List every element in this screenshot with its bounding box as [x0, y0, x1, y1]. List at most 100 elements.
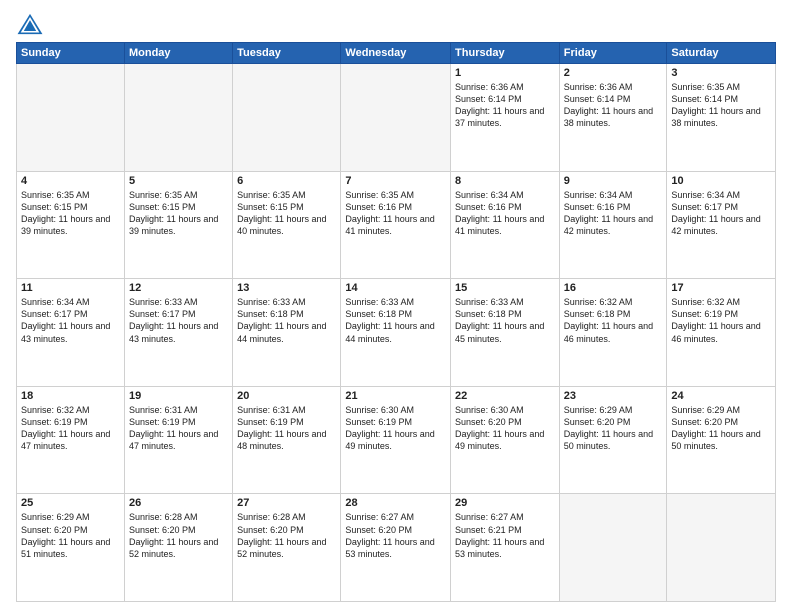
header	[16, 12, 776, 36]
day-info: Sunrise: 6:35 AM Sunset: 6:15 PM Dayligh…	[129, 189, 228, 238]
calendar-table: SundayMondayTuesdayWednesdayThursdayFrid…	[16, 42, 776, 602]
calendar-cell: 23 Sunrise: 6:29 AM Sunset: 6:20 PM Dayli…	[559, 386, 667, 494]
calendar-cell: 28Sunrise: 6:27 AM Sunset: 6:20 PM Dayli…	[341, 494, 451, 602]
calendar-cell	[233, 64, 341, 172]
calendar-cell: 5 Sunrise: 6:35 AM Sunset: 6:15 PM Daylig…	[124, 171, 232, 279]
calendar-cell: 7 Sunrise: 6:35 AM Sunset: 6:16 PM Daylig…	[341, 171, 451, 279]
calendar-cell: 24 Sunrise: 6:29 AM Sunset: 6:20 PM Dayli…	[667, 386, 776, 494]
calendar-cell: 19 Sunrise: 6:31 AM Sunset: 6:19 PM Dayli…	[124, 386, 232, 494]
day-info: Sunrise: 6:35 AM Sunset: 6:16 PM Dayligh…	[345, 189, 446, 238]
weekday-header-row: SundayMondayTuesdayWednesdayThursdayFrid…	[17, 43, 776, 64]
calendar-cell: 15 Sunrise: 6:33 AM Sunset: 6:18 PM Dayli…	[451, 279, 560, 387]
calendar-cell	[341, 64, 451, 172]
calendar-cell: 16 Sunrise: 6:32 AM Sunset: 6:18 PM Dayli…	[559, 279, 667, 387]
day-info: Sunrise: 6:29 AM Sunset: 6:20 PM Dayligh…	[671, 404, 771, 453]
day-info: Sunrise: 6:33 AM Sunset: 6:18 PM Dayligh…	[345, 296, 446, 345]
calendar-cell: 27 Sunrise: 6:28 AM Sunset: 6:20 PM Dayli…	[233, 494, 341, 602]
day-number: 1	[455, 67, 555, 79]
day-number: 24	[671, 390, 771, 402]
day-number: 10	[671, 175, 771, 187]
day-number: 27	[237, 497, 336, 509]
day-info: Sunrise: 6:35 AM Sunset: 6:15 PM Dayligh…	[237, 189, 336, 238]
calendar-cell: 20 Sunrise: 6:31 AM Sunset: 6:19 PM Dayli…	[233, 386, 341, 494]
calendar-cell: 29 Sunrise: 6:27 AM Sunset: 6:21 PM Dayli…	[451, 494, 560, 602]
day-number: 7	[345, 175, 446, 187]
day-info: Sunrise: 6:30 AM Sunset: 6:19 PM Dayligh…	[345, 404, 446, 453]
day-info: Sunrise: 6:28 AM Sunset: 6:20 PM Dayligh…	[129, 511, 228, 560]
calendar-cell: 4 Sunrise: 6:35 AM Sunset: 6:15 PM Daylig…	[17, 171, 125, 279]
day-number: 21	[345, 390, 446, 402]
weekday-tuesday: Tuesday	[233, 43, 341, 64]
day-info: Sunrise: 6:31 AM Sunset: 6:19 PM Dayligh…	[237, 404, 336, 453]
day-number: 2	[564, 67, 663, 79]
weekday-monday: Monday	[124, 43, 232, 64]
day-number: 20	[237, 390, 336, 402]
day-info: Sunrise: 6:34 AM Sunset: 6:17 PM Dayligh…	[21, 296, 120, 345]
calendar-cell: 6 Sunrise: 6:35 AM Sunset: 6:15 PM Daylig…	[233, 171, 341, 279]
day-info: Sunrise: 6:29 AM Sunset: 6:20 PM Dayligh…	[21, 511, 120, 560]
day-number: 19	[129, 390, 228, 402]
weekday-wednesday: Wednesday	[341, 43, 451, 64]
logo	[16, 12, 48, 36]
calendar-cell	[17, 64, 125, 172]
calendar-cell	[667, 494, 776, 602]
day-info: Sunrise: 6:32 AM Sunset: 6:18 PM Dayligh…	[564, 296, 663, 345]
calendar-cell: 18Sunrise: 6:32 AM Sunset: 6:19 PM Dayli…	[17, 386, 125, 494]
weekday-sunday: Sunday	[17, 43, 125, 64]
calendar-cell: 8Sunrise: 6:34 AM Sunset: 6:16 PM Daylig…	[451, 171, 560, 279]
day-number: 5	[129, 175, 228, 187]
day-number: 12	[129, 282, 228, 294]
day-info: Sunrise: 6:27 AM Sunset: 6:20 PM Dayligh…	[345, 511, 446, 560]
day-number: 26	[129, 497, 228, 509]
day-info: Sunrise: 6:36 AM Sunset: 6:14 PM Dayligh…	[564, 81, 663, 130]
day-number: 3	[671, 67, 771, 79]
day-number: 16	[564, 282, 663, 294]
day-info: Sunrise: 6:28 AM Sunset: 6:20 PM Dayligh…	[237, 511, 336, 560]
calendar-cell: 17 Sunrise: 6:32 AM Sunset: 6:19 PM Dayli…	[667, 279, 776, 387]
day-number: 25	[21, 497, 120, 509]
day-info: Sunrise: 6:29 AM Sunset: 6:20 PM Dayligh…	[564, 404, 663, 453]
day-info: Sunrise: 6:33 AM Sunset: 6:17 PM Dayligh…	[129, 296, 228, 345]
calendar-cell: 2 Sunrise: 6:36 AM Sunset: 6:14 PM Daylig…	[559, 64, 667, 172]
day-number: 23	[564, 390, 663, 402]
logo-icon	[16, 12, 44, 36]
day-info: Sunrise: 6:27 AM Sunset: 6:21 PM Dayligh…	[455, 511, 555, 560]
day-info: Sunrise: 6:32 AM Sunset: 6:19 PM Dayligh…	[671, 296, 771, 345]
calendar-cell: 3Sunrise: 6:35 AM Sunset: 6:14 PM Daylig…	[667, 64, 776, 172]
day-number: 9	[564, 175, 663, 187]
calendar-cell: 10 Sunrise: 6:34 AM Sunset: 6:17 PM Dayli…	[667, 171, 776, 279]
day-number: 4	[21, 175, 120, 187]
day-number: 22	[455, 390, 555, 402]
week-row-5: 25 Sunrise: 6:29 AM Sunset: 6:20 PM Dayli…	[17, 494, 776, 602]
week-row-4: 18Sunrise: 6:32 AM Sunset: 6:19 PM Dayli…	[17, 386, 776, 494]
day-number: 14	[345, 282, 446, 294]
day-info: Sunrise: 6:34 AM Sunset: 6:16 PM Dayligh…	[564, 189, 663, 238]
calendar-cell: 11 Sunrise: 6:34 AM Sunset: 6:17 PM Dayli…	[17, 279, 125, 387]
calendar-cell: 13 Sunrise: 6:33 AM Sunset: 6:18 PM Dayli…	[233, 279, 341, 387]
calendar-cell: 14 Sunrise: 6:33 AM Sunset: 6:18 PM Dayli…	[341, 279, 451, 387]
day-info: Sunrise: 6:33 AM Sunset: 6:18 PM Dayligh…	[237, 296, 336, 345]
weekday-thursday: Thursday	[451, 43, 560, 64]
week-row-3: 11 Sunrise: 6:34 AM Sunset: 6:17 PM Dayli…	[17, 279, 776, 387]
day-number: 11	[21, 282, 120, 294]
day-number: 13	[237, 282, 336, 294]
weekday-saturday: Saturday	[667, 43, 776, 64]
day-number: 17	[671, 282, 771, 294]
day-number: 18	[21, 390, 120, 402]
day-info: Sunrise: 6:34 AM Sunset: 6:17 PM Dayligh…	[671, 189, 771, 238]
day-info: Sunrise: 6:36 AM Sunset: 6:14 PM Dayligh…	[455, 81, 555, 130]
calendar-cell: 26 Sunrise: 6:28 AM Sunset: 6:20 PM Dayli…	[124, 494, 232, 602]
weekday-friday: Friday	[559, 43, 667, 64]
week-row-2: 4 Sunrise: 6:35 AM Sunset: 6:15 PM Daylig…	[17, 171, 776, 279]
calendar-cell: 9 Sunrise: 6:34 AM Sunset: 6:16 PM Daylig…	[559, 171, 667, 279]
day-number: 15	[455, 282, 555, 294]
day-number: 8	[455, 175, 555, 187]
calendar-cell: 25 Sunrise: 6:29 AM Sunset: 6:20 PM Dayli…	[17, 494, 125, 602]
calendar-cell: 22Sunrise: 6:30 AM Sunset: 6:20 PM Dayli…	[451, 386, 560, 494]
day-number: 29	[455, 497, 555, 509]
day-info: Sunrise: 6:33 AM Sunset: 6:18 PM Dayligh…	[455, 296, 555, 345]
day-number: 6	[237, 175, 336, 187]
calendar-cell	[124, 64, 232, 172]
day-info: Sunrise: 6:31 AM Sunset: 6:19 PM Dayligh…	[129, 404, 228, 453]
day-info: Sunrise: 6:35 AM Sunset: 6:15 PM Dayligh…	[21, 189, 120, 238]
